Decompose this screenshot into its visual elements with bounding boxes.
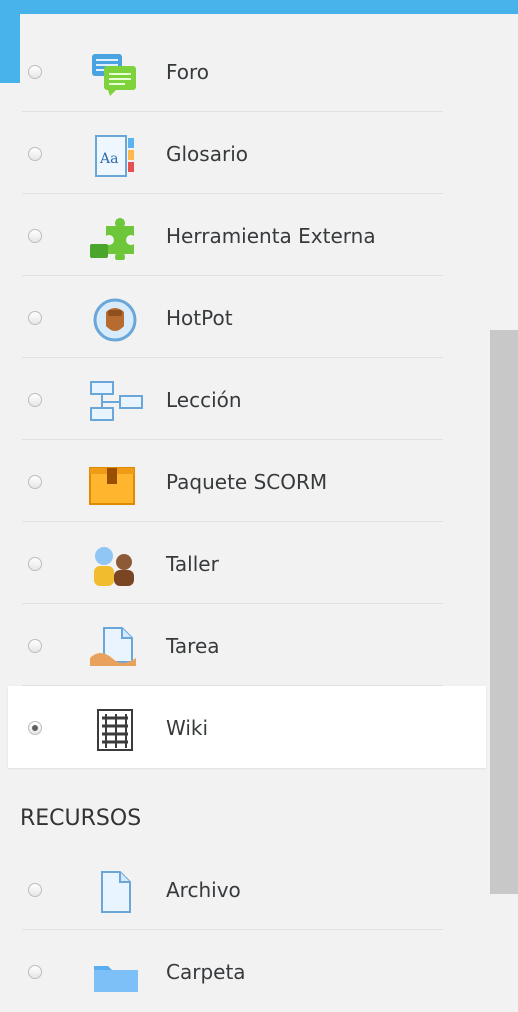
workshop-icon xyxy=(88,544,146,588)
radio-button[interactable] xyxy=(28,883,42,897)
assignment-icon xyxy=(88,626,146,670)
folder-icon xyxy=(88,952,146,996)
wiki-icon xyxy=(88,708,146,752)
activity-option-hotpot[interactable]: HotPot xyxy=(0,276,488,358)
radio-button[interactable] xyxy=(28,557,42,571)
hotpot-icon xyxy=(88,298,146,342)
forum-icon xyxy=(88,52,146,96)
section-heading-resources: RECURSOS xyxy=(20,806,142,831)
radio-button[interactable] xyxy=(28,147,42,161)
resource-label: Carpeta xyxy=(166,960,246,984)
activity-label: Tarea xyxy=(166,634,220,658)
file-icon xyxy=(88,870,146,914)
radio-button[interactable] xyxy=(28,229,42,243)
window-accent-corner xyxy=(0,0,20,83)
svg-text:Aa: Aa xyxy=(99,151,118,167)
activity-option-taller[interactable]: Taller xyxy=(0,522,488,604)
lesson-icon xyxy=(88,380,146,424)
activity-label: Lección xyxy=(166,388,242,412)
scorm-package-icon xyxy=(88,462,146,506)
activity-label: Foro xyxy=(166,60,210,84)
activity-label: Glosario xyxy=(166,142,248,166)
radio-button[interactable] xyxy=(28,475,42,489)
radio-button-selected[interactable] xyxy=(28,721,42,735)
resource-option-carpeta[interactable]: Carpeta xyxy=(0,930,488,1012)
radio-button[interactable] xyxy=(28,65,42,79)
radio-button[interactable] xyxy=(28,311,42,325)
radio-dot xyxy=(32,725,38,731)
window-accent-bar xyxy=(0,0,518,14)
external-tool-icon xyxy=(88,216,146,262)
radio-button[interactable] xyxy=(28,639,42,653)
activity-option-glosario[interactable]: Aa Glosario xyxy=(0,112,488,194)
activity-option-paquete-scorm[interactable]: Paquete SCORM xyxy=(0,440,488,522)
radio-button[interactable] xyxy=(28,965,42,979)
activity-label: Paquete SCORM xyxy=(166,470,328,494)
resource-option-archivo[interactable]: Archivo xyxy=(0,848,488,930)
radio-button[interactable] xyxy=(28,393,42,407)
activity-label: Taller xyxy=(166,552,219,576)
glossary-icon: Aa xyxy=(88,134,146,178)
activity-option-wiki[interactable]: Wiki xyxy=(8,686,486,768)
activity-option-foro[interactable]: Foro xyxy=(0,30,488,112)
activity-label: Wiki xyxy=(166,716,209,740)
resource-label: Archivo xyxy=(166,878,241,902)
activity-chooser-panel: Foro Aa Glosario Herramienta Externa Hot… xyxy=(0,0,518,993)
activity-option-leccion[interactable]: Lección xyxy=(0,358,488,440)
activity-label: Herramienta Externa xyxy=(166,224,376,248)
activity-option-herramienta-externa[interactable]: Herramienta Externa xyxy=(0,194,488,276)
activity-option-tarea[interactable]: Tarea xyxy=(0,604,488,686)
activity-label: HotPot xyxy=(166,306,233,330)
scrollbar-thumb[interactable] xyxy=(490,330,518,894)
